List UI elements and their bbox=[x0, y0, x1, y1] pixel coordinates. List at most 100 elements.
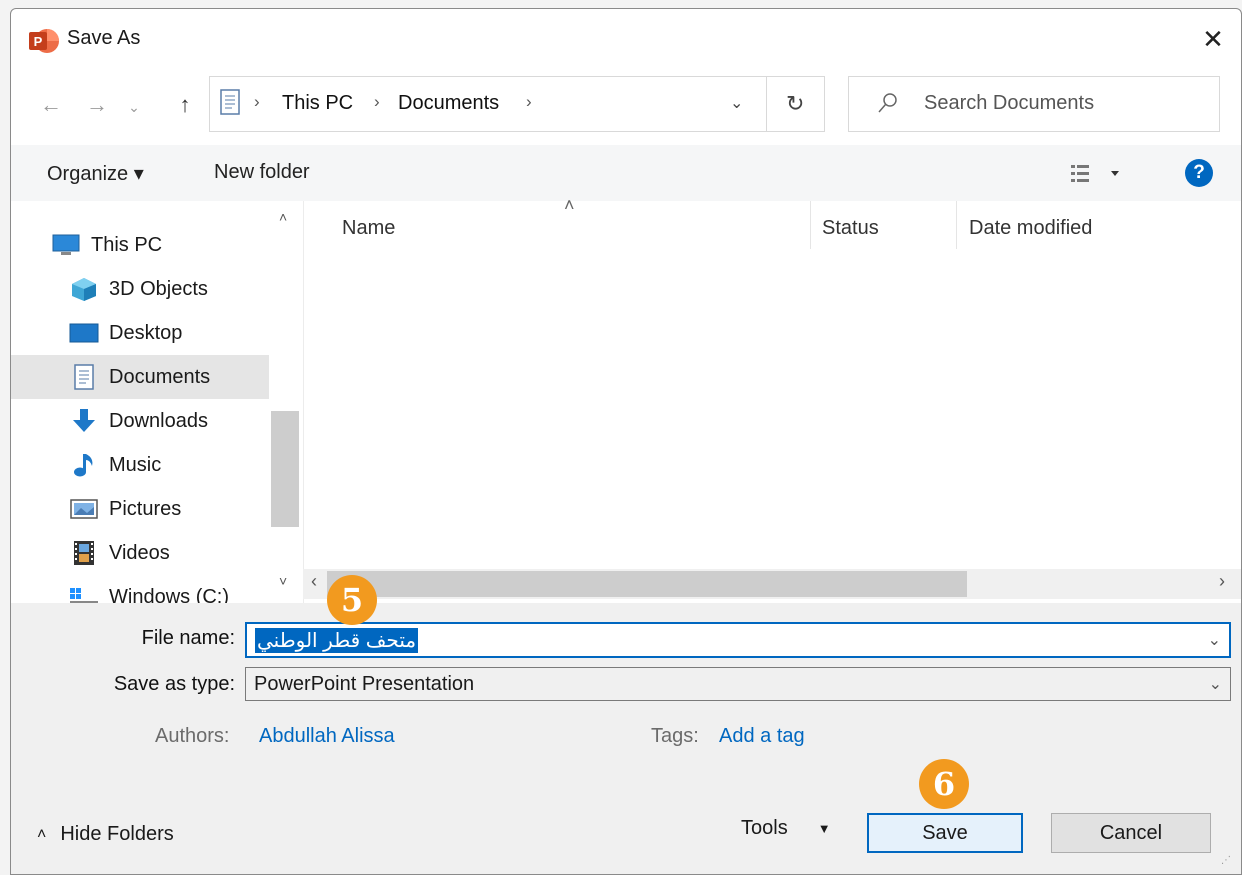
resize-grip-icon[interactable]: ⋰ bbox=[1221, 855, 1232, 866]
recent-locations-button[interactable]: ⌄ bbox=[121, 89, 147, 125]
file-name-input[interactable]: متحف قطر الوطني ⌄ bbox=[245, 622, 1231, 658]
save-as-type-select[interactable]: PowerPoint Presentation ⌄ bbox=[245, 667, 1231, 701]
title-bar: P Save As ✕ bbox=[11, 9, 1241, 71]
address-bar[interactable]: › This PC › Documents › ⌄ ↻ bbox=[209, 76, 825, 132]
forward-button[interactable]: → bbox=[79, 87, 115, 123]
tags-label: Tags: bbox=[651, 725, 699, 747]
sidebar-item-label: Windows (C:) bbox=[109, 585, 230, 604]
chevron-right-icon: › bbox=[254, 92, 260, 111]
download-arrow-icon bbox=[69, 408, 99, 434]
column-header-date-modified[interactable]: Date modified bbox=[969, 217, 1092, 240]
navigation-scrollbar[interactable]: ˄ ˅ bbox=[271, 201, 299, 603]
sidebar-item-desktop[interactable]: Desktop bbox=[11, 311, 269, 355]
powerpoint-icon: P bbox=[27, 28, 61, 54]
scroll-right-icon[interactable]: › bbox=[1219, 571, 1225, 592]
close-icon: ✕ bbox=[1202, 23, 1224, 54]
close-button[interactable]: ✕ bbox=[1191, 19, 1235, 59]
drive-icon bbox=[69, 584, 99, 603]
sidebar-item-documents[interactable]: Documents bbox=[11, 355, 269, 399]
column-divider bbox=[956, 201, 957, 249]
scroll-left-icon[interactable]: ‹ bbox=[311, 571, 317, 592]
arrow-right-icon: → bbox=[86, 92, 108, 117]
document-icon bbox=[69, 364, 99, 390]
sidebar-item-videos[interactable]: Videos bbox=[11, 531, 269, 575]
save-as-type-value: PowerPoint Presentation bbox=[254, 672, 475, 695]
sidebar-item-downloads[interactable]: Downloads bbox=[11, 399, 269, 443]
breadcrumb-documents[interactable]: Documents bbox=[398, 92, 499, 115]
film-icon bbox=[69, 540, 99, 566]
step-6-callout: 6 bbox=[919, 759, 969, 809]
chevron-down-icon: ⌄ bbox=[128, 98, 140, 115]
search-placeholder: Search Documents bbox=[924, 92, 1095, 114]
music-note-icon bbox=[69, 452, 99, 478]
back-button[interactable]: ← bbox=[33, 87, 69, 123]
file-list-horizontal-scrollbar[interactable]: ‹ › bbox=[303, 569, 1241, 599]
up-button[interactable]: ↑ bbox=[167, 87, 203, 123]
save-as-dialog: P Save As ✕ ← → ⌄ ↑ › This PC › Document… bbox=[10, 8, 1242, 875]
tools-menu-button[interactable]: Tools ▼ bbox=[741, 817, 831, 840]
sidebar-item-label: Downloads bbox=[109, 409, 208, 432]
chevron-up-icon: ˄ bbox=[37, 825, 47, 843]
desktop-icon bbox=[69, 320, 99, 346]
arrow-up-icon: ↑ bbox=[179, 92, 191, 117]
cancel-button[interactable]: Cancel bbox=[1051, 813, 1211, 853]
scrollbar-thumb[interactable] bbox=[327, 571, 967, 597]
sidebar-item-label: Desktop bbox=[109, 321, 183, 344]
authors-label: Authors: bbox=[155, 725, 230, 747]
chevron-down-icon[interactable]: ⌄ bbox=[1208, 630, 1221, 650]
organize-button[interactable]: Organize ▾ bbox=[47, 161, 144, 186]
search-box[interactable]: Search Documents bbox=[848, 76, 1220, 132]
sidebar-item-label: 3D Objects bbox=[109, 277, 208, 300]
sort-ascending-icon: ˄ bbox=[564, 195, 575, 215]
svg-text:P: P bbox=[34, 34, 43, 49]
scrollbar-thumb[interactable] bbox=[271, 411, 299, 527]
sidebar-item-label: Pictures bbox=[109, 497, 182, 520]
sidebar-item-pictures[interactable]: Pictures bbox=[11, 487, 269, 531]
help-icon[interactable]: ? bbox=[1185, 159, 1213, 187]
column-header-status[interactable]: Status bbox=[822, 217, 879, 240]
add-tag-link[interactable]: Add a tag bbox=[719, 725, 805, 748]
sidebar-item-label: Documents bbox=[109, 365, 211, 388]
address-divider bbox=[766, 77, 767, 131]
new-folder-button[interactable]: New folder bbox=[214, 161, 310, 184]
document-icon bbox=[220, 89, 240, 121]
file-name-label: File name: bbox=[141, 627, 235, 649]
picture-icon bbox=[69, 496, 99, 522]
file-list: ˄ Name Status Date modified bbox=[303, 195, 1241, 603]
search-icon bbox=[877, 91, 899, 121]
save-button[interactable]: Save bbox=[867, 813, 1023, 853]
toolbar: Organize ▾ New folder bbox=[11, 145, 1241, 201]
window-title: Save As bbox=[67, 27, 141, 49]
sidebar-item-windows-c[interactable]: Windows (C:) bbox=[11, 575, 269, 603]
computer-icon bbox=[51, 232, 81, 258]
address-dropdown-icon[interactable]: ⌄ bbox=[730, 93, 743, 113]
save-as-type-label: Save as type: bbox=[113, 673, 235, 695]
view-options-icon[interactable] bbox=[1071, 163, 1127, 191]
file-name-value: متحف قطر الوطني bbox=[255, 627, 419, 653]
tools-label: Tools bbox=[741, 817, 788, 839]
cube-icon bbox=[69, 276, 99, 302]
breadcrumb-this-pc[interactable]: This PC bbox=[282, 92, 353, 115]
sidebar-item-this-pc[interactable]: This PC bbox=[51, 223, 271, 267]
chevron-right-icon: › bbox=[374, 92, 380, 111]
hide-folders-label: Hide Folders bbox=[60, 823, 174, 845]
navigation-pane: This PC 3D Objects Desktop Documents Dow… bbox=[11, 201, 301, 603]
sidebar-item-3d-objects[interactable]: 3D Objects bbox=[11, 267, 269, 311]
scroll-down-icon[interactable]: ˅ bbox=[279, 573, 287, 589]
sidebar-item-label: Videos bbox=[109, 541, 170, 564]
step-5-callout: 5 bbox=[327, 575, 377, 625]
sidebar-item-label: Music bbox=[109, 453, 162, 476]
scroll-up-icon[interactable]: ˄ bbox=[279, 209, 287, 225]
authors-link[interactable]: Abdullah Alissa bbox=[259, 725, 395, 748]
sidebar-item-music[interactable]: Music bbox=[11, 443, 269, 487]
arrow-left-icon: ← bbox=[40, 92, 62, 117]
dropdown-arrow-icon: ▼ bbox=[817, 821, 831, 836]
column-header-name[interactable]: Name bbox=[342, 217, 395, 240]
save-options-panel: File name: متحف قطر الوطني ⌄ Save as typ… bbox=[11, 603, 1241, 874]
sidebar-item-label: This PC bbox=[91, 233, 163, 256]
chevron-right-icon: › bbox=[526, 92, 532, 111]
refresh-icon[interactable]: ↻ bbox=[786, 91, 804, 117]
hide-folders-button[interactable]: ˄ Hide Folders bbox=[37, 823, 174, 846]
column-divider bbox=[810, 201, 811, 249]
chevron-down-icon: ⌄ bbox=[1208, 676, 1222, 693]
